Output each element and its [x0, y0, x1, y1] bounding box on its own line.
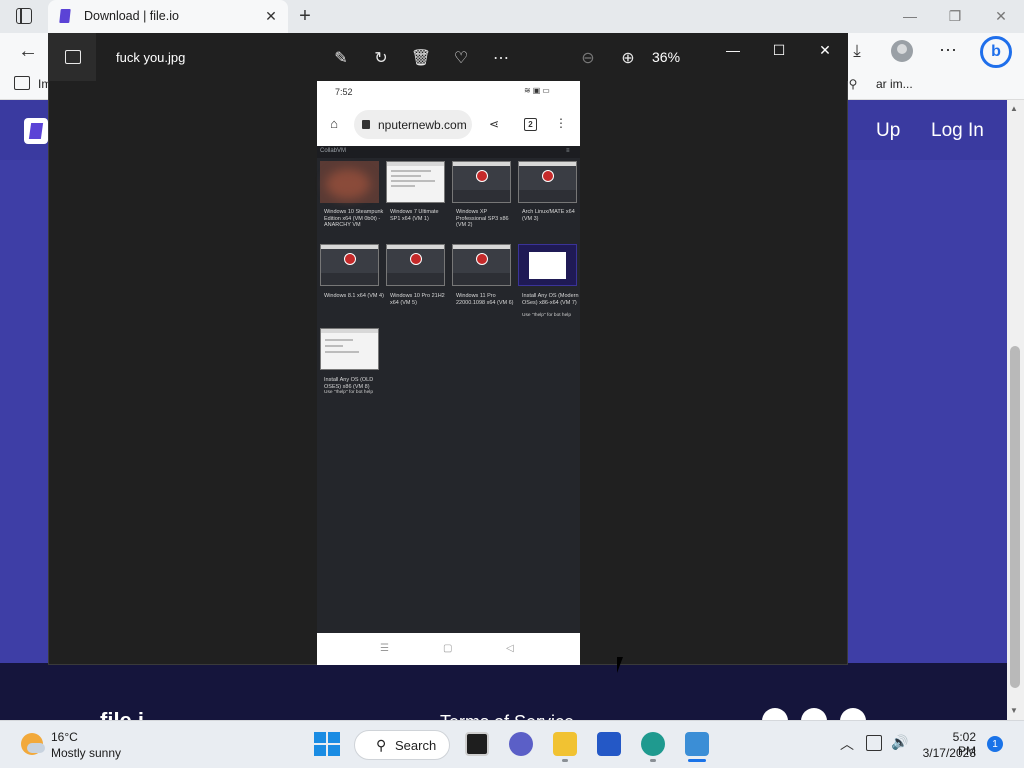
download-icon[interactable]: ⤓ [846, 40, 868, 62]
new-tab-button[interactable]: + [294, 5, 316, 27]
vm-label: Windows 8.1 x64 (VM 4) [324, 293, 384, 299]
vm-note: Use "!help" for bot help [522, 313, 572, 318]
vm-label: Windows 7 Ultimate SP1 x64 (VM 1) [390, 209, 439, 222]
phone-share-icon: ⋖ [489, 117, 500, 131]
mouse-cursor [617, 657, 623, 673]
phone-menu-icon: ⋮ [555, 116, 567, 130]
running-indicator [650, 759, 656, 762]
pin-icon[interactable]: ⚲ [846, 76, 860, 92]
phone-home-key-icon: ▢ [443, 643, 453, 654]
vm-thumbnail [452, 244, 511, 286]
phone-recents-icon: ☰ [380, 643, 389, 654]
favorites-folder-icon[interactable] [14, 76, 30, 90]
vm-thumbnail [320, 328, 379, 370]
network-icon[interactable] [866, 735, 882, 751]
browser-restore-button[interactable]: ❐ [941, 6, 969, 26]
file-io-logo-icon[interactable] [24, 118, 48, 144]
phone-back-key-icon: ◁ [506, 643, 514, 654]
tab-actions-icon[interactable] [16, 8, 32, 24]
more-icon[interactable]: ⋯ [936, 38, 960, 62]
vm-note: Use "!help" for bot help [324, 390, 374, 395]
file-io-favicon-icon [59, 9, 71, 23]
phone-url: nputernewb.com [378, 118, 467, 132]
log-in-link[interactable]: Log In [931, 120, 984, 142]
photos-close-button[interactable]: ✕ [812, 40, 838, 60]
vm-thumbnail [320, 161, 379, 203]
photo-filename: fuck you.jpg [116, 50, 186, 65]
scroll-down-arrow-icon[interactable]: ▼ [1010, 706, 1018, 715]
search-label: Search [395, 738, 437, 753]
photos-app-taskbar-icon[interactable] [685, 732, 709, 756]
phone-site-menu-icon: ≡ [566, 148, 570, 154]
vm-thumbnail [386, 244, 445, 286]
vm-thumbnail [320, 244, 379, 286]
vm-label: Windows 10 Pro 21H2 x64 (VM 5) [390, 293, 445, 306]
delete-icon[interactable]: 🗑 [409, 46, 433, 70]
teams-meet-icon[interactable] [509, 732, 533, 756]
vm-label: Windows 10 Steampunk Edition x64 (VM 0b0… [324, 209, 384, 228]
tab-close-icon[interactable]: ✕ [262, 7, 280, 25]
scroll-up-arrow-icon[interactable]: ▲ [1010, 104, 1018, 113]
profile-avatar-icon[interactable] [891, 40, 913, 62]
sign-up-link[interactable]: Up [876, 120, 900, 142]
browser-close-button[interactable]: ✕ [987, 6, 1015, 26]
favorite-heart-icon[interactable]: ♡ [449, 46, 473, 70]
vm-label: Install Any OS (Modern OSes) x86-x64 (VM… [522, 293, 579, 306]
weather-icon[interactable] [21, 733, 45, 755]
search-icon: ⚲ [376, 737, 387, 753]
clock-date[interactable]: 3/17/2023 [920, 746, 976, 760]
vm-label: Install Any OS (OLD OSES) x86 (VM 8) [324, 377, 374, 390]
more-options-icon[interactable]: ⋯ [489, 46, 513, 70]
vm-thumbnail [518, 161, 577, 203]
tab-title: Download | file.io [84, 9, 179, 23]
vm-thumbnail [452, 161, 511, 203]
scroll-thumb[interactable] [1010, 346, 1020, 688]
photos-maximize-button[interactable]: ☐ [766, 40, 792, 60]
vm-label: Windows 11 Pro 22000.1098 x64 (VM 6) [456, 293, 514, 306]
phone-tab-count: 2 [524, 118, 537, 131]
phone-status-icons: ≋▣▭ [524, 86, 552, 95]
vm-thumbnail [386, 161, 445, 203]
phone-lock-icon [362, 120, 370, 129]
notification-badge[interactable]: 1 [987, 736, 1003, 752]
rotate-icon[interactable]: ↻ [369, 46, 393, 70]
vm-label: Windows XP Professional SP3 x86 (VM 2) [456, 209, 509, 228]
bing-chat-icon[interactable]: b [980, 36, 1012, 68]
phone-time: 7:52 [335, 87, 353, 97]
weather-temperature[interactable]: 16°C [51, 730, 78, 744]
browser-minimize-button[interactable]: — [896, 6, 924, 26]
vm-thumbnail [518, 244, 577, 286]
phone-site-name: CollabVM [320, 148, 347, 154]
microsoft-store-icon[interactable] [597, 732, 621, 756]
edge-browser-icon[interactable] [641, 732, 665, 756]
zoom-level[interactable]: 36% [652, 49, 680, 65]
zoom-in-icon[interactable]: ⊕ [616, 46, 640, 70]
phone-home-icon: ⌂ [330, 115, 338, 131]
tray-chevron-up-icon[interactable]: ︿ [840, 734, 854, 754]
weather-condition[interactable]: Mostly sunny [51, 746, 121, 760]
file-explorer-icon[interactable] [553, 732, 577, 756]
edit-image-icon[interactable]: ✎ [329, 46, 353, 70]
active-app-indicator [688, 759, 706, 762]
favorite-popup-item[interactable]: ar im... [876, 77, 913, 91]
back-arrow-icon[interactable]: ← [14, 40, 42, 62]
vm-label: Arch Linux/MATE x64 (VM 3) [522, 209, 575, 222]
volume-icon[interactable]: 🔊 [891, 734, 908, 751]
terminal-app-icon[interactable] [465, 732, 489, 756]
photos-app-icon[interactable] [48, 33, 96, 81]
phone-site-bar [317, 146, 580, 158]
photos-minimize-button[interactable]: — [720, 40, 746, 60]
zoom-out-icon[interactable]: ⊖ [576, 46, 600, 70]
start-button[interactable] [314, 732, 340, 756]
running-indicator [562, 759, 568, 762]
